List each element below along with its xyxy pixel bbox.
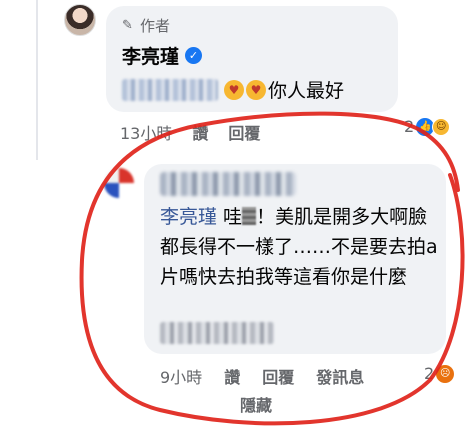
author-badge-label: 作者 (140, 17, 171, 35)
comment-time[interactable]: 13小時 (120, 120, 172, 144)
reply-reaction-count: 2 (424, 364, 435, 383)
comment-text: ♥ ♥ 你人最好 (122, 76, 344, 103)
commenter-name[interactable]: 李亮瑾 ✓ (122, 42, 203, 69)
author-badge: ✎ 作者 (122, 15, 170, 36)
comment-bubble-reply: 李亮瑾 哇！美肌是開多大啊臉都長得不一樣了……不是要去拍a片嗎快去拍我等這看你是… (144, 164, 446, 354)
angry-icon: ☹ (436, 364, 455, 383)
mention-link[interactable]: 李亮瑾 (160, 206, 217, 228)
smiling-face-with-hearts-emoji: ♥ (224, 79, 244, 100)
smiling-face-with-hearts-emoji: ♥ (246, 79, 266, 100)
reply-author-avatar[interactable] (104, 168, 134, 198)
author-avatar[interactable] (64, 4, 96, 36)
comment-bubble-author: ✎ 作者 李亮瑾 ✓ ♥ ♥ 你人最好 (106, 6, 398, 112)
like-button[interactable]: 讚 (224, 364, 240, 388)
send-message-button[interactable]: 發訊息 (316, 364, 364, 388)
like-button[interactable]: 讚 (192, 120, 208, 144)
reply-button[interactable]: 回覆 (262, 364, 294, 388)
reply-time[interactable]: 9小時 (160, 364, 202, 388)
blurred-mention (122, 78, 218, 101)
haha-icon: ☺ (432, 117, 451, 136)
reply-text: 李亮瑾 哇！美肌是開多大啊臉都長得不一樣了……不是要去拍a片嗎快去拍我等這看你是… (160, 202, 442, 292)
reply-actions: 9小時 讚 回覆 發訊息 (160, 364, 364, 388)
blurred-commenter-name (160, 172, 296, 196)
blurred-text-line (160, 322, 274, 344)
reply-button[interactable]: 回覆 (228, 120, 260, 144)
pen-icon: ✎ (122, 17, 133, 33)
commenter-name-text[interactable]: 李亮瑾 (122, 42, 179, 69)
reaction-count: 2 (404, 117, 415, 136)
comment-text-body: 你人最好 (268, 80, 345, 102)
verified-badge-icon: ✓ (185, 47, 203, 64)
comment-actions: 13小時 讚 回覆 (120, 120, 260, 144)
reply-reaction-summary[interactable]: 2 ☹ (424, 364, 455, 383)
thread-connector-line (36, 0, 38, 160)
hide-button[interactable]: 隱藏 (240, 392, 272, 416)
censored-word (242, 207, 257, 225)
reaction-summary[interactable]: 2 👍 ☺ (404, 117, 451, 136)
reply-text-start: 哇 (217, 206, 243, 228)
